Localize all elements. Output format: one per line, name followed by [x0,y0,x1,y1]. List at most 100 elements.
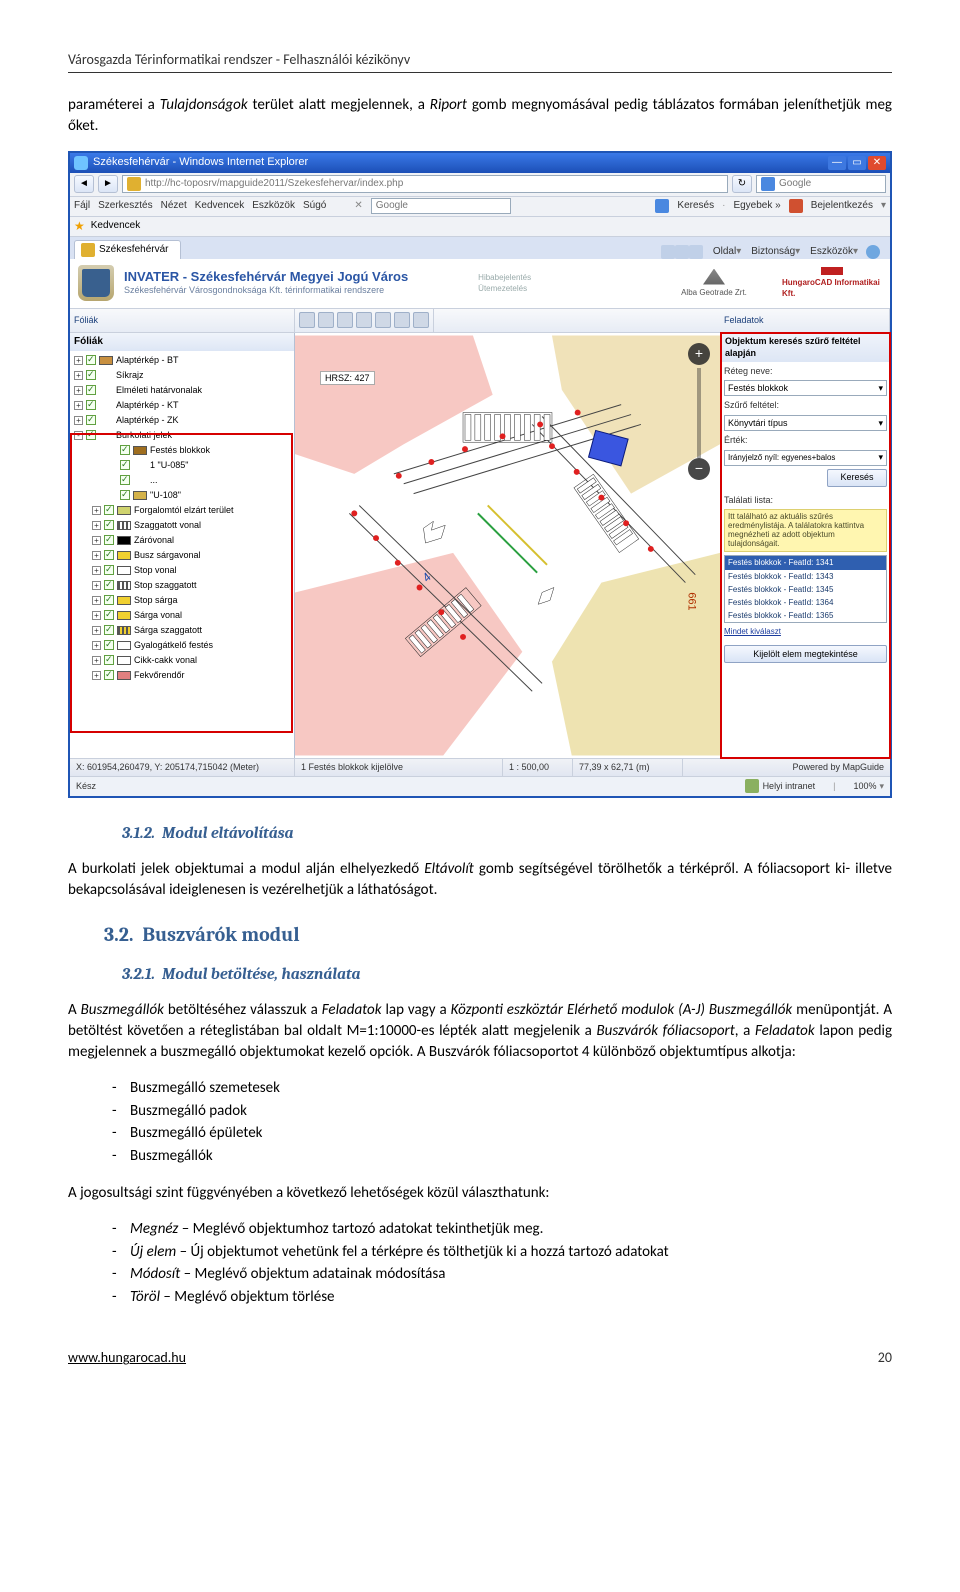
close-button[interactable] [868,156,886,170]
checkbox-icon[interactable] [86,370,96,380]
checkbox-icon[interactable] [104,625,114,635]
minimize-button[interactable] [828,156,846,170]
zoom-extent-icon[interactable] [337,312,353,328]
zoom-in-icon[interactable] [299,312,315,328]
result-item[interactable]: Festés blokkok - FeatId: 1341 [725,556,886,569]
zoom-out-icon[interactable] [318,312,334,328]
result-item[interactable]: Festés blokkok - FeatId: 1345 [725,583,886,596]
layer-item[interactable]: +Busz sárgavonal [70,548,294,563]
layer-item[interactable]: +Alaptérkép - ZK [70,413,294,428]
results-list[interactable]: Festés blokkok - FeatId: 1341 Festés blok… [724,555,887,623]
google-toolbar-box[interactable]: Google [371,198,511,214]
checkbox-icon[interactable] [104,670,114,680]
layer-item[interactable]: +Síkrajz [70,368,294,383]
close-x[interactable]: ✕ [354,199,362,213]
checkbox-icon[interactable] [86,400,96,410]
zoom-slider[interactable] [697,368,701,458]
expand-icon[interactable]: + [92,596,101,605]
field-value-select[interactable]: Irányjelző nyíl: egyenes+balos▾ [724,450,887,466]
measure-icon[interactable] [394,312,410,328]
menu-view[interactable]: Nézet [161,199,187,213]
layer-item[interactable]: +Cikk-cakk vonal [70,653,294,668]
layer-item[interactable]: Festés blokkok [70,443,294,458]
expand-icon[interactable]: + [92,626,101,635]
zoom-in-button[interactable]: + [688,343,710,365]
checkbox-icon[interactable] [86,415,96,425]
checkbox-icon[interactable] [104,565,114,575]
layer-item[interactable]: -Burkolati jelek [70,428,294,443]
view-selected-button[interactable]: Kijelölt elem megtekintése [724,645,887,663]
expand-icon[interactable]: + [92,611,101,620]
layer-item[interactable]: 1 "U-085" [70,458,294,473]
layer-item[interactable]: +Sárga szaggatott [70,623,294,638]
expand-icon[interactable]: + [92,566,101,575]
expand-icon[interactable]: + [92,656,101,665]
checkbox-icon[interactable] [104,655,114,665]
banner-link[interactable]: Ütemezetelés [478,283,531,294]
checkbox-icon[interactable] [104,535,114,545]
forward-button[interactable]: ► [98,175,118,193]
layer-item[interactable]: +Stop sárga [70,593,294,608]
help-icon[interactable] [866,245,880,259]
checkbox-icon[interactable] [104,505,114,515]
checkbox-icon[interactable] [104,580,114,590]
expand-icon[interactable]: + [92,506,101,515]
checkbox-icon[interactable] [104,610,114,620]
expand-icon[interactable]: + [74,386,83,395]
layer-item[interactable]: +Stop szaggatott [70,578,294,593]
favorites-label[interactable]: Kedvencek [91,219,140,233]
layer-item[interactable]: +Sárga vonal [70,608,294,623]
layer-item[interactable]: +Forgalomtól elzárt terület [70,503,294,518]
select-icon[interactable] [375,312,391,328]
menu-edit[interactable]: Szerkesztés [98,199,152,213]
checkbox-icon[interactable] [104,550,114,560]
gt-search[interactable]: Keresés [677,199,714,213]
gt-login[interactable]: Bejelentkezés [811,199,873,213]
expand-icon[interactable]: + [92,671,101,680]
checkbox-icon[interactable] [120,445,130,455]
field-layer[interactable]: Festés blokkok▾ [724,380,887,396]
expand-icon[interactable]: + [74,416,83,425]
checkbox-icon[interactable] [86,355,96,365]
gt-more[interactable]: Egyebek » [733,199,780,213]
banner-link[interactable]: Hibabejelentés [478,272,531,283]
layer-item[interactable]: +Alaptérkép - BT [70,353,294,368]
checkbox-icon[interactable] [104,595,114,605]
maximize-button[interactable] [848,156,866,170]
checkbox-icon[interactable] [86,385,96,395]
expand-icon[interactable]: + [74,356,83,365]
layer-item[interactable]: +Stop vonal [70,563,294,578]
pan-icon[interactable] [356,312,372,328]
expand-icon[interactable]: + [92,521,101,530]
expand-icon[interactable]: + [92,551,101,560]
menu-tools[interactable]: Eszközök [252,199,295,213]
expand-icon[interactable]: + [92,536,101,545]
layer-item[interactable]: "U-108" [70,488,294,503]
home-icon[interactable] [661,245,675,259]
browser-search[interactable]: Google [756,175,886,193]
layer-item[interactable]: +Záróvonal [70,533,294,548]
menu-help[interactable]: Súgó [303,199,326,213]
select-all-link[interactable]: Mindet kiválaszt [724,626,887,637]
address-bar[interactable]: http://hc-toposrv/mapguide2011/Szekesfeh… [122,175,728,193]
tab-page[interactable]: Oldal [713,245,736,259]
back-button[interactable]: ◄ [74,175,94,193]
map-canvas[interactable]: 661 4 HRSZ: 427 + − [295,333,720,758]
footer-link[interactable]: www.hungarocad.hu [68,1348,186,1368]
result-item[interactable]: Festés blokkok - FeatId: 1364 [725,596,886,609]
layer-item[interactable]: +Elméleti határvonalak [70,383,294,398]
field-filter[interactable]: Könyvtári típus▾ [724,415,887,431]
feed-icon[interactable] [675,245,689,259]
layer-item[interactable]: +Szaggatott vonal [70,518,294,533]
info-icon[interactable] [413,312,429,328]
expand-icon[interactable]: + [74,371,83,380]
checkbox-icon[interactable] [104,520,114,530]
refresh-button[interactable]: ↻ [732,175,752,193]
layer-item[interactable]: +Alaptérkép - KT [70,398,294,413]
expand-icon[interactable]: + [92,641,101,650]
checkbox-icon[interactable] [86,430,96,440]
menu-fav[interactable]: Kedvencek [195,199,244,213]
layer-list[interactable]: +Alaptérkép - BT+Síkrajz+Elméleti határv… [70,351,294,758]
zoom-out-button[interactable]: − [688,458,710,480]
checkbox-icon[interactable] [120,460,130,470]
